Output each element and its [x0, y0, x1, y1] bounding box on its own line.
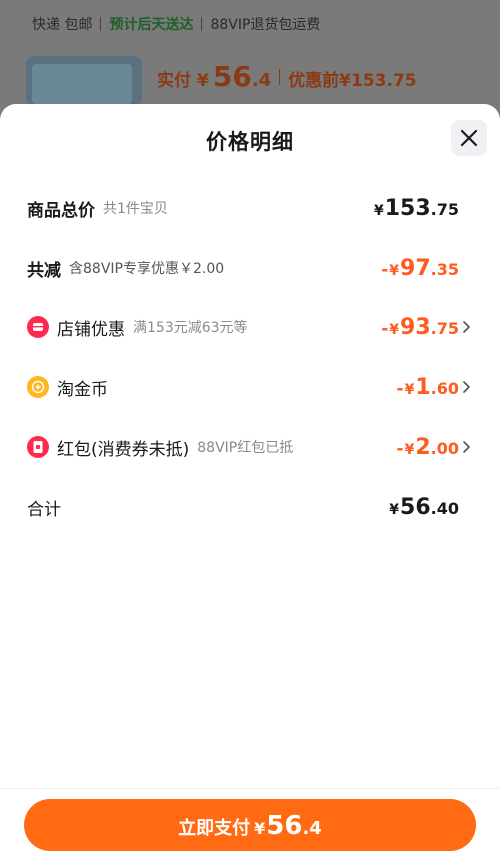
amount-decimal: .75	[430, 318, 459, 338]
delivery-estimate: 预计后天送达	[109, 17, 194, 33]
divider	[279, 68, 281, 85]
currency-symbol: ¥	[389, 321, 400, 338]
chevron-right-icon	[463, 321, 470, 333]
minus-sign: -	[396, 438, 404, 459]
shop-discount-label: 店铺优惠	[57, 319, 125, 340]
paid-label: 实付	[157, 71, 191, 91]
currency-symbol: ¥	[389, 501, 400, 518]
amount-integer: 93	[400, 314, 431, 340]
row-shop-discount[interactable]: 店铺优惠 满153元减63元等 - ¥ 93 .75	[0, 312, 500, 342]
grand-total-amount: ¥ 56 .40	[389, 495, 459, 520]
taojinbi-amount: - ¥ 1 .60	[397, 375, 459, 400]
row-goods-total: 商品总价 共1件宝贝 ¥ 153 .75	[0, 193, 500, 223]
row-grand-total: 合计 ¥ 56 .40	[0, 492, 500, 522]
chevron-right-icon	[463, 441, 470, 453]
vip-red-packet-note: 88VIP红包已抵	[197, 440, 294, 456]
express-text: 快递 包邮	[32, 17, 93, 33]
minus-sign: -	[396, 378, 404, 399]
close-button[interactable]	[451, 120, 487, 156]
row-red-packet[interactable]: 红包(消费券未抵) 88VIP红包已抵 - ¥ 2 .00	[0, 432, 500, 462]
row-total-discount: 共减 含88VIP专享优惠￥2.00 - ¥ 97 .35	[0, 253, 500, 283]
row-taojinbi[interactable]: 淘金币 - ¥ 1 .60	[0, 372, 500, 402]
goods-total-label: 商品总价	[27, 200, 95, 221]
goods-total-amount: ¥ 153 .75	[374, 196, 459, 221]
amount-integer: 56	[400, 494, 431, 520]
amount-integer: 1	[415, 374, 431, 400]
pay-now-label: 立即支付	[178, 818, 251, 839]
product-thumbnail	[26, 56, 142, 106]
shop-coupon-icon	[27, 316, 49, 338]
amount-decimal: .40	[430, 498, 459, 518]
grand-total-label: 合计	[27, 499, 61, 520]
shop-discount-amount: - ¥ 93 .75	[381, 315, 459, 340]
original-price: 优惠前¥153.75	[288, 71, 417, 91]
return-shipping-text: 88VIP退货包运费	[210, 17, 321, 33]
footer-bar: 立即支付 ¥ 56 .4	[0, 788, 500, 859]
currency-symbol: ¥	[373, 202, 384, 219]
sheet-title: 价格明细	[206, 130, 294, 154]
amount-decimal: .60	[430, 378, 459, 398]
total-discount-label: 共减	[27, 260, 61, 281]
red-packet-label: 红包(消费券未抵)	[57, 439, 190, 460]
currency-symbol: ¥	[254, 819, 266, 838]
taojinbi-coin-icon	[27, 376, 49, 398]
currency-symbol: ¥	[404, 441, 415, 458]
currency-symbol: ¥	[197, 71, 209, 91]
divider	[201, 17, 203, 31]
amount-integer: 2	[415, 434, 431, 460]
price-decimal: .4	[251, 70, 272, 91]
price-integer: 56	[212, 60, 252, 93]
amount-integer: 153	[384, 195, 431, 221]
amount-decimal: .75	[430, 199, 459, 219]
pay-now-button[interactable]: 立即支付 ¥ 56 .4	[24, 799, 476, 851]
minus-sign: -	[381, 318, 389, 339]
vip-discount-note: 含88VIP专享优惠￥2.00	[69, 261, 225, 277]
close-icon	[460, 129, 478, 147]
divider	[100, 17, 102, 31]
taojinbi-label: 淘金币	[57, 379, 108, 400]
pay-amount-integer: 56	[266, 811, 303, 841]
amount-decimal: .35	[430, 259, 459, 279]
amount-decimal: .00	[430, 438, 459, 458]
price-detail-sheet: 价格明细 商品总价 共1件宝贝 ¥ 153 .75 共减 含88VIP专享优惠￥…	[0, 104, 500, 859]
red-packet-amount: - ¥ 2 .00	[397, 435, 459, 460]
amount-integer: 97	[400, 255, 431, 281]
red-packet-icon	[27, 436, 49, 458]
background-price: 实付 ¥ 56 .4 优惠前¥153.75	[157, 60, 417, 93]
pay-amount-decimal: .4	[302, 818, 322, 839]
minus-sign: -	[381, 259, 389, 280]
chevron-right-icon	[463, 381, 470, 393]
shop-discount-rule: 满153元减63元等	[133, 320, 248, 336]
currency-symbol: ¥	[389, 262, 400, 279]
currency-symbol: ¥	[404, 381, 415, 398]
shipping-info: 快递 包邮 预计后天送达 88VIP退货包运费	[32, 12, 320, 36]
goods-count-text: 共1件宝贝	[103, 201, 168, 217]
total-discount-amount: - ¥ 97 .35	[381, 256, 459, 281]
